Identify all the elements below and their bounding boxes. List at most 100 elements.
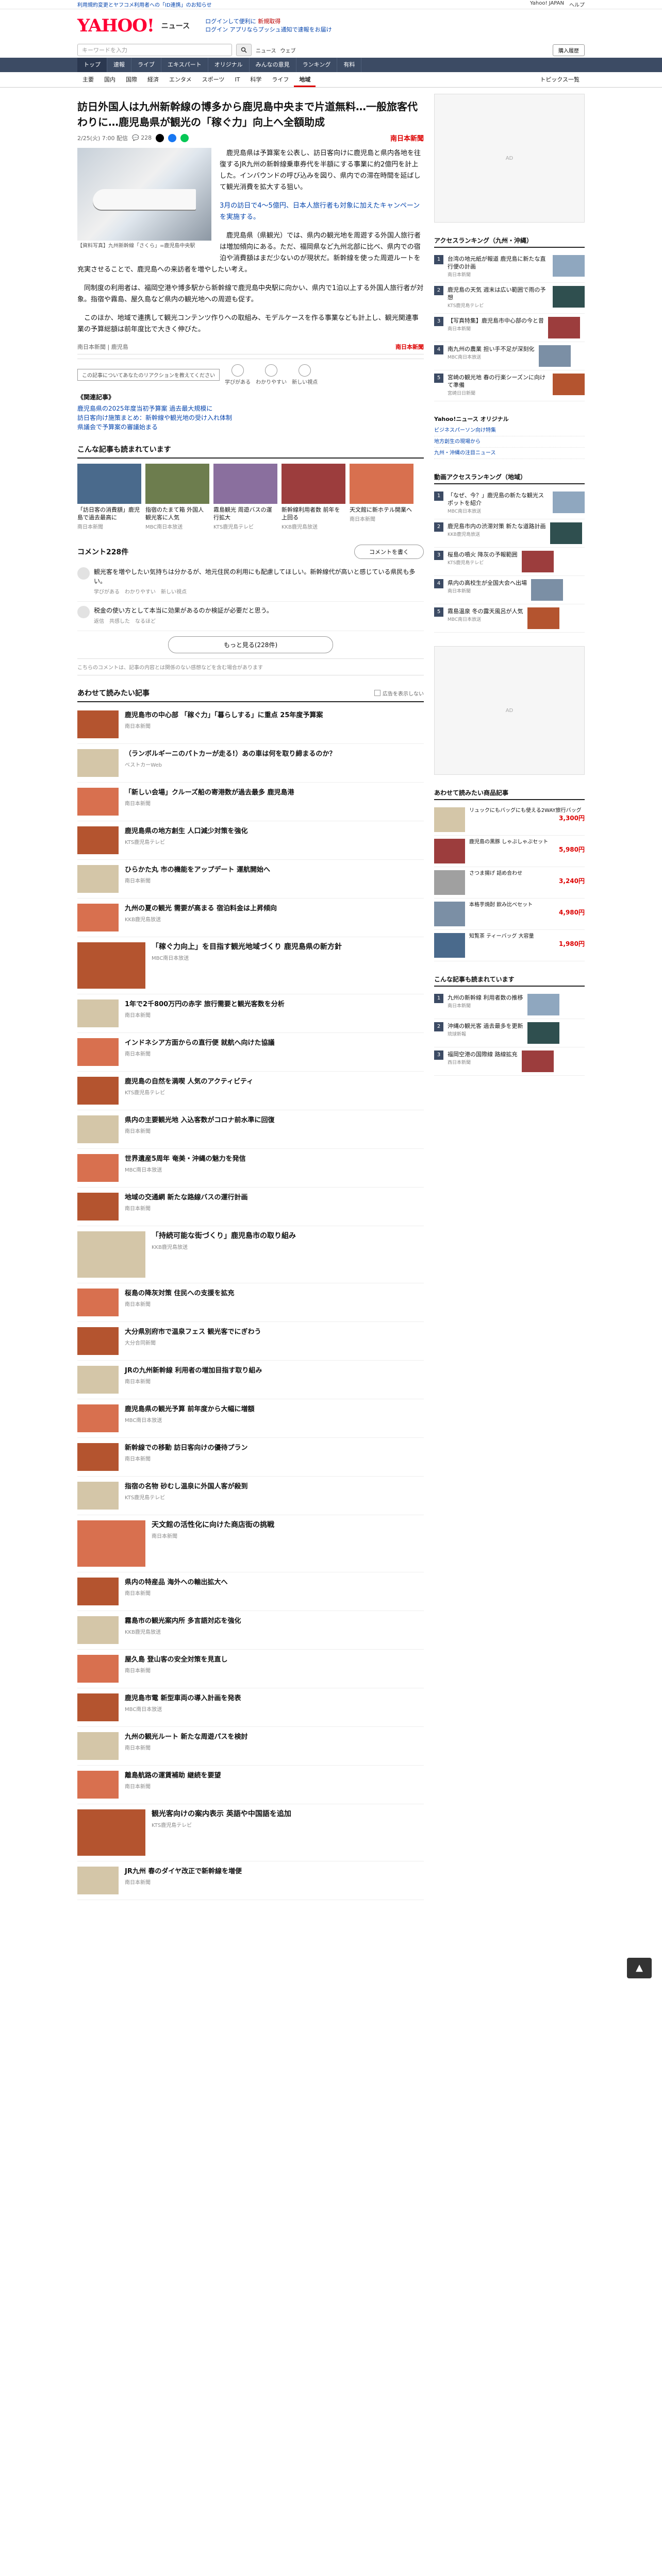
shopping-item[interactable]: 本格芋焼酎 飲み比べセット 4,980円 xyxy=(434,899,585,930)
login-promo-link[interactable]: ログインして便利に xyxy=(205,18,256,25)
ranking-item[interactable]: 4 県内の高校生が全国大会へ出場 南日本新聞 xyxy=(434,576,585,604)
rec-item[interactable]: 鹿児島の自然を満喫 人気のアクティビティ KTS鹿児島テレビ xyxy=(77,1072,424,1110)
rec-item[interactable]: 鹿児島県の観光予算 前年度から大幅に増額 MBC南日本放送 xyxy=(77,1399,424,1438)
gnav-item[interactable]: ランキング xyxy=(296,58,338,72)
carousel-card[interactable]: 新幹線利用者数 前年を上回る KKB鹿児島放送 xyxy=(282,464,345,531)
rec-item[interactable]: 九州の観光ルート 新たな周遊パスを検討 南日本新聞 xyxy=(77,1727,424,1766)
carousel-card[interactable]: 霧島観光 周遊バスの運行拡大 KTS鹿児島テレビ xyxy=(213,464,277,531)
comment-action-button[interactable]: なるほど xyxy=(135,617,156,626)
ranking-item[interactable]: 3 福岡空港の国際線 路線拡充 西日本新聞 xyxy=(434,1047,585,1076)
rec-item[interactable]: 「持続可能な街づくり」鹿児島市の取り組み KKB鹿児島放送 xyxy=(77,1226,424,1283)
rec-item[interactable]: （ランボルギーニのパトカーが走る!）あの車は何を取り締まるのか？ ベストカーWeb xyxy=(77,744,424,783)
tab-9[interactable]: 地域 xyxy=(294,72,316,87)
gnav-item[interactable]: トップ xyxy=(77,58,107,72)
rec-item[interactable]: 「新しい会場」クルーズ船の寄港数が過去最多 鹿児島港 南日本新聞 xyxy=(77,783,424,821)
ranking-item[interactable]: 1 台湾の地元紙が報道 鹿児島に新たな直行便の計画 南日本新聞 xyxy=(434,252,585,283)
x-share-icon[interactable] xyxy=(156,133,164,142)
shopping-item[interactable]: 鹿児島の黒豚 しゃぶしゃぶセット 5,980円 xyxy=(434,836,585,867)
comment-action-button[interactable]: 新しい視点 xyxy=(161,588,187,597)
rec-item[interactable]: インドネシア方面からの直行便 就航へ向けた協議 南日本新聞 xyxy=(77,1033,424,1072)
rec-item[interactable]: 世界遺産5周年 奄美・沖縄の魅力を発信 MBC南日本放送 xyxy=(77,1149,424,1188)
app-promo-link[interactable]: アプリならプッシュ通知で速報をお届け xyxy=(230,26,332,33)
rec-item[interactable]: 1年で2千800万円の赤字 旅行需要と観光客数を分析 南日本新聞 xyxy=(77,994,424,1033)
shopping-item[interactable]: リュックにもバッグにも使える2WAY旅行バッグ 3,300円 xyxy=(434,804,585,836)
comments-count-badge[interactable]: 💬 228 xyxy=(132,134,152,141)
gnav-item[interactable]: ライブ xyxy=(131,58,161,72)
original-link[interactable]: 九州・沖縄の注目ニュース xyxy=(434,448,585,459)
carousel-card[interactable]: 指宿のたまて箱 外国人観光客に人気 MBC南日本放送 xyxy=(145,464,209,531)
news-logo-label[interactable]: ニュース xyxy=(161,21,190,31)
rec-item[interactable]: 離島航路の運賃補助 継続を要望 南日本新聞 xyxy=(77,1766,424,1804)
reaction-new-view-button[interactable]: 新しい視点 xyxy=(292,364,318,385)
line-share-icon[interactable] xyxy=(180,133,189,142)
rec-item[interactable]: ひらかた丸 市の機能をアップデート 運航開始へ 南日本新聞 xyxy=(77,860,424,899)
ranking-item[interactable]: 1 「なぜ、今？」鹿児島の新たな観光スポットを紹介 MBC南日本放送 xyxy=(434,488,585,519)
reaction-learn-button[interactable]: 学びがある xyxy=(225,364,251,385)
purchase-history-button[interactable]: 購入履歴 xyxy=(553,44,585,56)
gnav-item[interactable]: みんなの意見 xyxy=(250,58,296,72)
hide-ads-toggle[interactable]: 広告を表示しない xyxy=(374,689,424,697)
ad-slot[interactable]: AD xyxy=(434,94,585,223)
publisher-logo[interactable]: 南日本新聞 xyxy=(390,133,424,143)
rec-item[interactable]: 鹿児島県の地方創生 人口減少対策を強化 KTS鹿児島テレビ xyxy=(77,821,424,860)
related-link[interactable]: 訪日客向け施策まとめ：新幹線や観光地の受け入れ体制 xyxy=(77,413,424,422)
facebook-share-icon[interactable] xyxy=(168,133,177,142)
search-input[interactable]: キーワードを入力 xyxy=(77,44,232,56)
new-account-link[interactable]: 新規取得 xyxy=(258,18,280,25)
original-link[interactable]: 地方創生の現場から xyxy=(434,436,585,448)
rec-item[interactable]: 鹿児島市電 新型車両の導入計画を発表 MBC南日本放送 xyxy=(77,1688,424,1727)
lead-image[interactable]: 【資料写真】九州新幹線「さくら」=鹿児島中央駅 xyxy=(77,148,211,250)
publisher-footer-logo[interactable]: 南日本新聞 xyxy=(395,343,424,351)
tab-4[interactable]: エンタメ xyxy=(164,72,197,87)
topics-list-link[interactable]: トピックス一覧 xyxy=(535,72,585,87)
reaction-clear-button[interactable]: わかりやすい xyxy=(256,364,287,385)
gnav-item[interactable]: 有料 xyxy=(337,58,362,72)
tab-8[interactable]: ライフ xyxy=(267,72,294,87)
ranking-item[interactable]: 5 宮崎の観光地 春の行楽シーズンに向けて準備 宮崎日日新聞 xyxy=(434,370,585,401)
login-link[interactable]: ログイン xyxy=(205,26,228,33)
more-comments-button[interactable]: もっと見る(228件) xyxy=(168,636,333,653)
tab-0[interactable]: 主要 xyxy=(77,72,99,87)
rec-item[interactable]: 「稼ぐ力向上」を目指す観光地域づくり 鹿児島県の新方針 MBC南日本放送 xyxy=(77,937,424,994)
help-link[interactable]: ヘルプ xyxy=(569,1,585,8)
tab-2[interactable]: 国際 xyxy=(121,72,142,87)
rec-item[interactable]: JR九州 春のダイヤ改正で新幹線を増便 南日本新聞 xyxy=(77,1861,424,1900)
comment-action-button[interactable]: わかりやすい xyxy=(125,588,156,597)
comment-action-button[interactable]: 返信 xyxy=(94,617,104,626)
rec-item[interactable]: 地域の交通網 新たな路線バスの運行計画 南日本新聞 xyxy=(77,1188,424,1226)
shopping-item[interactable]: 知覧茶 ティーバッグ 大容量 1,980円 xyxy=(434,930,585,961)
rec-item[interactable]: 九州の夏の観光 需要が高まる 宿泊料金は上昇傾向 KKB鹿児島放送 xyxy=(77,899,424,937)
search-option-web[interactable]: ウェブ xyxy=(280,46,296,54)
rec-item[interactable]: 屋久島 登山客の安全対策を見直し 南日本新聞 xyxy=(77,1650,424,1688)
gnav-item[interactable]: 速報 xyxy=(107,58,131,72)
original-link[interactable]: ビジネスパーソン向け特集 xyxy=(434,425,585,436)
tab-3[interactable]: 経済 xyxy=(142,72,164,87)
rec-item[interactable]: 新幹線での移動 訪日客向けの優待プラン 南日本新聞 xyxy=(77,1438,424,1477)
rec-item[interactable]: 観光客向けの案内表示 英語や中国語を追加 KTS鹿児島テレビ xyxy=(77,1804,424,1861)
ranking-item[interactable]: 4 南九州の農業 担い手不足が深刻化 MBC南日本放送 xyxy=(434,342,585,370)
tab-6[interactable]: IT xyxy=(229,72,245,87)
tab-1[interactable]: 国内 xyxy=(99,72,121,87)
ranking-item[interactable]: 5 霧島温泉 冬の露天風呂が人気 MBC南日本放送 xyxy=(434,604,585,633)
gnav-item[interactable]: エキスパート xyxy=(161,58,208,72)
shopping-item[interactable]: さつま揚げ 詰め合わせ 3,240円 xyxy=(434,867,585,899)
carousel-card[interactable]: 「訪日客の消費額」鹿児島で過去最高に 南日本新聞 xyxy=(77,464,141,531)
ranking-item[interactable]: 1 九州の新幹線 利用者数の推移 南日本新聞 xyxy=(434,991,585,1019)
scroll-top-button[interactable]: ▲ xyxy=(627,1958,652,1978)
rec-item[interactable]: 県内の主要観光地 入込客数がコロナ前水準に回復 南日本新聞 xyxy=(77,1110,424,1149)
ranking-item[interactable]: 2 鹿児島の天気 週末は広い範囲で雨の予想 KTS鹿児島テレビ xyxy=(434,283,585,314)
related-link[interactable]: 県議会で予算案の審議始まる xyxy=(77,422,424,432)
search-option-news[interactable]: ニュース xyxy=(256,46,276,54)
rec-item[interactable]: 鹿児島市の中心部 「稼ぐ力」「暮らしする」に重点 25年度予算案 南日本新聞 xyxy=(77,705,424,744)
ranking-item[interactable]: 3 【写真特集】鹿児島市中心部の今と昔 南日本新聞 xyxy=(434,314,585,342)
rec-item[interactable]: 霧島市の観光案内所 多言語対応を強化 KKB鹿児島放送 xyxy=(77,1611,424,1650)
notice-link[interactable]: 利用規約変更とヤフコメ利用者への「ID連携」のお知らせ xyxy=(77,1,211,8)
yahoo-japan-link[interactable]: Yahoo! JAPAN xyxy=(530,1,564,8)
yahoo-logo[interactable]: YAHOO! xyxy=(77,15,155,36)
comment-action-button[interactable]: 共感した xyxy=(109,617,130,626)
ranking-item[interactable]: 3 桜島の噴火 降灰の予報範囲 KTS鹿児島テレビ xyxy=(434,548,585,576)
comment-action-button[interactable]: 学びがある xyxy=(94,588,120,597)
publisher-region[interactable]: 南日本新聞 | 鹿児島 xyxy=(77,343,128,351)
rec-item[interactable]: 指宿の名物 砂むし温泉に外国人客が殺到 KTS鹿児島テレビ xyxy=(77,1477,424,1515)
ad-slot[interactable]: AD xyxy=(434,646,585,775)
